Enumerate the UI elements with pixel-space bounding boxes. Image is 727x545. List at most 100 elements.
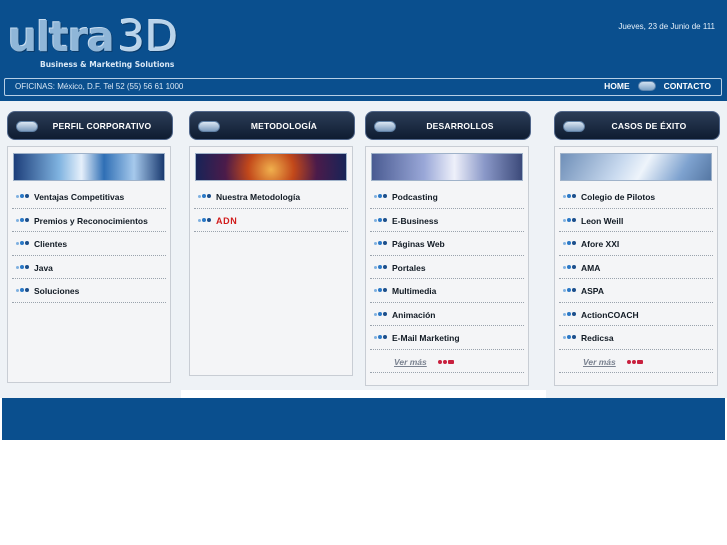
column-header-desarrollos[interactable]: DESARROLLOS	[365, 111, 531, 140]
column-title: CASOS DE ÉXITO	[611, 121, 687, 131]
banner-image-enter-key	[560, 153, 712, 181]
bullet-dots-icon	[198, 193, 212, 199]
list-item[interactable]: Afore XXI	[559, 232, 713, 256]
list-item[interactable]: AMA	[559, 256, 713, 279]
bullet-dots-icon	[374, 264, 388, 270]
home-link[interactable]: HOME	[604, 81, 630, 91]
list-item-label: Premios y Reconocimientos	[34, 215, 148, 226]
list-item-label: ASPA	[581, 286, 604, 296]
arrow-right-icon	[627, 359, 643, 364]
list-item-label: E-Mail Marketing	[392, 333, 460, 343]
column-title: DESARROLLOS	[426, 121, 494, 131]
bullet-dots-icon	[374, 287, 388, 293]
bullet-dots-icon	[198, 217, 212, 223]
column-metodologia: METODOLOGÍA Nuestra Metodología ADN	[189, 111, 355, 376]
list-item-adn[interactable]: ADN	[194, 209, 348, 232]
bullet-dots-icon	[374, 193, 388, 199]
column-header-perfil[interactable]: PERFIL CORPORATIVO	[7, 111, 173, 140]
list-item-label: Portales	[392, 262, 426, 273]
bullet-dots-icon	[16, 264, 30, 270]
list-item[interactable]: Soluciones	[12, 279, 166, 303]
list-item[interactable]: Clientes	[12, 232, 166, 256]
list-item[interactable]: Portales	[370, 256, 524, 279]
list-item-label: AMA	[581, 262, 601, 273]
bullet-dots-icon	[563, 264, 577, 270]
list-item[interactable]: Java	[12, 256, 166, 279]
bullet-dots-icon	[374, 311, 388, 317]
list-item[interactable]: Premios y Reconocimientos	[12, 209, 166, 232]
list-item[interactable]: Multimedia	[370, 279, 524, 303]
current-date: Jueves, 23 de Junio de 111	[618, 22, 715, 31]
banner-image-keyboard	[371, 153, 523, 181]
arrow-right-icon	[438, 359, 454, 364]
content-divider	[181, 390, 546, 398]
bullet-dots-icon	[563, 287, 577, 293]
list-item[interactable]: ActionCOACH	[559, 303, 713, 326]
bullet-dots-icon	[563, 311, 577, 317]
column-panel: Nuestra Metodología ADN	[189, 146, 353, 376]
list-item[interactable]: Podcasting	[370, 185, 524, 209]
column-panel: Ventajas Competitivas Premios y Reconoci…	[7, 146, 171, 383]
ver-mas-link[interactable]: Ver más	[559, 350, 713, 373]
bullet-dots-icon	[16, 287, 30, 293]
list-item[interactable]: Animación	[370, 303, 524, 326]
list-item-label: Podcasting	[392, 192, 438, 202]
pill-bullet-icon	[374, 121, 396, 132]
ver-mas-label: Ver más	[583, 356, 616, 367]
banner-image-network	[13, 153, 165, 181]
column-title: PERFIL CORPORATIVO	[52, 121, 152, 131]
list-item-label: Soluciones	[34, 286, 80, 296]
logo-tagline: Business & Marketing Solutions	[40, 60, 175, 69]
list-item-label: Leon Weill	[581, 215, 624, 226]
bullet-dots-icon	[374, 217, 388, 223]
bullet-dots-icon	[563, 240, 577, 246]
column-panel: Colegio de Pilotos Leon Weill Afore XXI …	[554, 146, 718, 386]
bullet-dots-icon	[16, 217, 30, 223]
site-footer	[2, 398, 725, 440]
pill-bullet-icon	[563, 121, 585, 132]
list-item[interactable]: Nuestra Metodología	[194, 185, 348, 209]
list-item-label: Colegio de Pilotos	[581, 192, 656, 202]
list-item-label: Nuestra Metodología	[216, 192, 301, 202]
top-nav: HOME CONTACTO	[604, 81, 711, 91]
list-item-label: ADN	[216, 215, 238, 226]
list-item[interactable]: E-Mail Marketing	[370, 326, 524, 350]
list-item[interactable]: Redicsa	[559, 326, 713, 350]
bullet-dots-icon	[16, 193, 30, 199]
list-item[interactable]: E-Business	[370, 209, 524, 232]
list-item[interactable]: Páginas Web	[370, 232, 524, 256]
column-perfil-corporativo: PERFIL CORPORATIVO Ventajas Competitivas…	[7, 111, 173, 383]
contact-link[interactable]: CONTACTO	[664, 81, 711, 91]
column-panel: Podcasting E-Business Páginas Web Portal…	[365, 146, 529, 386]
list-item-label: Afore XXI	[581, 239, 620, 249]
list-item-label: Redicsa	[581, 333, 614, 343]
column-desarrollos: DESARROLLOS Podcasting E-Business Página…	[365, 111, 531, 386]
column-title: METODOLOGÍA	[250, 121, 318, 131]
list-item[interactable]: Colegio de Pilotos	[559, 185, 713, 209]
column-header-casos[interactable]: CASOS DE ÉXITO	[554, 111, 720, 140]
bullet-dots-icon	[374, 240, 388, 246]
list-item[interactable]: ASPA	[559, 279, 713, 303]
ver-mas-label: Ver más	[394, 356, 427, 367]
logo-word: ultra	[8, 13, 115, 61]
bullet-dots-icon	[374, 334, 388, 340]
list-item[interactable]: Ventajas Competitivas	[12, 185, 166, 209]
list-item-label: Clientes	[34, 239, 68, 249]
list-item-label: Java	[34, 262, 53, 273]
pill-bullet-icon	[198, 121, 220, 132]
list-item[interactable]: Leon Weill	[559, 209, 713, 232]
info-bar: OFICINAS: México, D.F. Tel 52 (55) 56 61…	[4, 78, 722, 96]
bullet-dots-icon	[16, 240, 30, 246]
column-header-metodologia[interactable]: METODOLOGÍA	[189, 111, 355, 140]
bullet-dots-icon	[563, 193, 577, 199]
bullet-dots-icon	[563, 217, 577, 223]
list-item-label: Páginas Web	[392, 239, 445, 249]
banner-image-clock	[195, 153, 347, 181]
ver-mas-link[interactable]: Ver más	[370, 350, 524, 373]
list-item-label: Multimedia	[392, 286, 437, 296]
list-item-label: Ventajas Competitivas	[34, 192, 125, 202]
list-item-label: E-Business	[392, 215, 439, 226]
bullet-dots-icon	[563, 334, 577, 340]
list-item-label: Animación	[392, 309, 436, 320]
offices-info: OFICINAS: México, D.F. Tel 52 (55) 56 61…	[15, 82, 184, 91]
